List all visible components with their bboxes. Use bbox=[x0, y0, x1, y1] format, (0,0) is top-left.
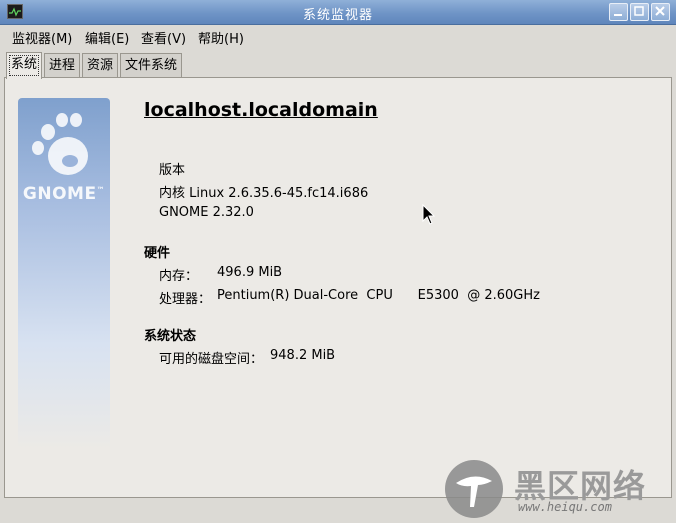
menu-help[interactable]: 帮助(H) bbox=[198, 28, 244, 47]
processor-label: 处理器： bbox=[159, 292, 212, 307]
close-icon bbox=[655, 6, 665, 16]
menu-view[interactable]: 查看(V) bbox=[141, 28, 186, 47]
gnome-wordmark: GNOME™ bbox=[22, 184, 106, 204]
tab-system[interactable]: 系统 bbox=[6, 52, 43, 79]
tab-processes[interactable]: 进程 bbox=[44, 53, 81, 78]
title-bar[interactable]: 系统监视器 bbox=[0, 0, 676, 25]
minimize-button[interactable] bbox=[609, 3, 628, 21]
watermark-url: www.heiqu.com bbox=[518, 500, 612, 514]
memory-label: 内存： bbox=[159, 269, 199, 284]
gnome-logo: GNOME™ bbox=[18, 98, 110, 450]
menu-bar: 监视器(M) 编辑(E) 查看(V) 帮助(H) bbox=[0, 25, 676, 47]
minimize-icon bbox=[614, 14, 622, 16]
system-status-heading: 系统状态 bbox=[144, 329, 197, 344]
tab-resources[interactable]: 资源 bbox=[82, 53, 119, 78]
mouse-cursor-icon bbox=[422, 204, 436, 225]
menu-edit[interactable]: 编辑(E) bbox=[85, 28, 129, 47]
memory-value: 496.9 MiB bbox=[217, 265, 283, 280]
gnome-foot-icon bbox=[32, 113, 88, 175]
disk-space-label: 可用的磁盘空间： bbox=[159, 352, 264, 367]
gnome-version: GNOME 2.32.0 bbox=[159, 205, 254, 220]
maximize-button[interactable] bbox=[630, 3, 649, 21]
window-title: 系统监视器 bbox=[302, 8, 373, 23]
disk-space-value: 948.2 MiB bbox=[270, 348, 336, 363]
processor-value: Pentium(R) Dual-Core CPU E5300 @ 2.60GHz bbox=[217, 288, 540, 303]
maximize-icon bbox=[634, 6, 644, 16]
watermark: 黑区网络 www.heiqu.com bbox=[444, 459, 676, 519]
kernel-info: 内核 Linux 2.6.35.6-45.fc14.i686 bbox=[159, 186, 369, 201]
close-button[interactable] bbox=[651, 3, 670, 21]
hardware-heading: 硬件 bbox=[144, 246, 171, 261]
watermark-logo-icon bbox=[445, 460, 503, 518]
version-label: 版本 bbox=[159, 163, 186, 178]
menu-monitor[interactable]: 监视器(M) bbox=[12, 28, 72, 47]
tab-file-systems[interactable]: 文件系统 bbox=[120, 53, 183, 78]
hostname: localhost.localdomain bbox=[144, 99, 378, 121]
